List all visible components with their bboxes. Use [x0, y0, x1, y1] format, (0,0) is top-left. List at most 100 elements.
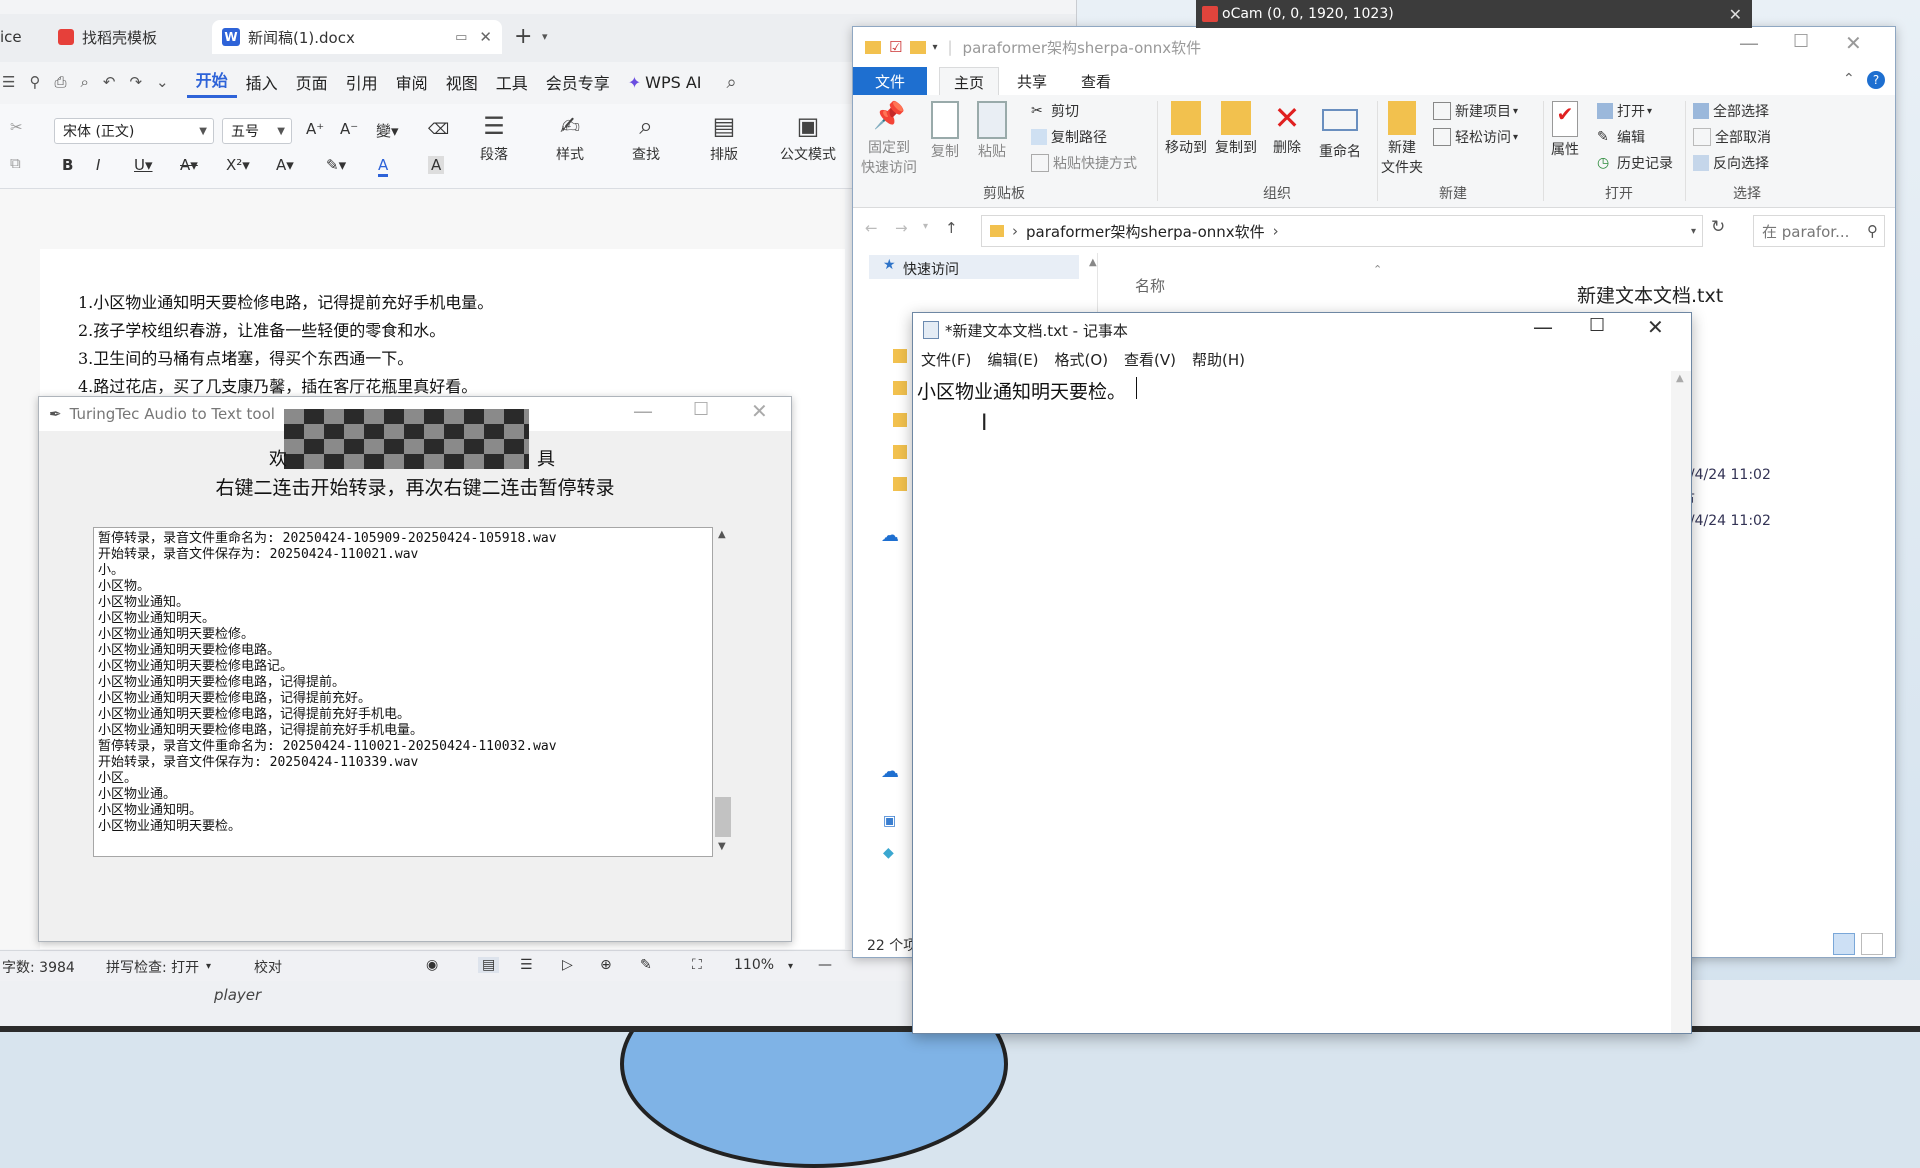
official-doc-button[interactable]: ▣ 公文模式: [780, 112, 836, 164]
copy-path-button[interactable]: 复制路径: [1031, 127, 1107, 147]
wps-tab-document[interactable]: W 新闻稿(1).docx ▭ ✕: [212, 20, 502, 54]
file-icon[interactable]: ☰: [2, 73, 15, 91]
preview-icon[interactable]: ⌕: [80, 73, 88, 91]
zoom-out-icon[interactable]: —: [818, 957, 832, 973]
chevron-down-icon[interactable]: ▾: [788, 961, 793, 972]
fit-screen-icon[interactable]: ⛶: [692, 957, 702, 973]
search-icon[interactable]: ⌕: [727, 72, 737, 93]
paste-shortcut-button[interactable]: 粘贴快捷方式: [1031, 153, 1137, 173]
phonetic-icon[interactable]: 變▾: [376, 120, 399, 141]
char-shading-icon[interactable]: A: [428, 156, 445, 174]
font-grow-icon[interactable]: A⁺: [306, 120, 324, 138]
copy-to-button[interactable]: 复制到: [1215, 101, 1257, 157]
find-button[interactable]: ⌕ 查找: [632, 112, 660, 164]
chevron-down-icon[interactable]: ▾: [923, 221, 928, 232]
strikethrough-icon[interactable]: A▾: [180, 156, 198, 174]
eye-icon[interactable]: ◉: [426, 957, 438, 973]
new-folder-button[interactable]: 新建 文件夹: [1381, 101, 1423, 177]
wps-tab-partial[interactable]: ice: [0, 20, 40, 54]
menu-view[interactable]: 查看(V): [1124, 349, 1176, 370]
tab-file[interactable]: 文件: [853, 67, 928, 95]
font-shrink-icon[interactable]: A⁻: [340, 120, 358, 138]
transcription-log[interactable]: 暂停转录，录音文件重命名为: 20250424-105909-20250424-…: [93, 527, 713, 857]
select-none-button[interactable]: 全部取消: [1693, 127, 1771, 147]
font-name-select[interactable]: 宋体 (正文) ▼: [54, 118, 214, 144]
menu-page[interactable]: 页面: [287, 70, 337, 94]
notepad-titlebar[interactable]: *新建文本文档.txt - 记事本 — ☐ ✕: [913, 313, 1691, 347]
log-scrollbar[interactable]: ▲ ▼: [713, 527, 733, 857]
help-icon[interactable]: ?: [1867, 71, 1885, 89]
minimize-icon[interactable]: —: [1533, 315, 1553, 339]
address-bar[interactable]: › paraformer架构sherpa-onnx软件 › ▾: [981, 215, 1703, 247]
page-view-icon[interactable]: ▤: [478, 957, 500, 973]
wps-ai-button[interactable]: ✦ WPS AI: [619, 73, 711, 92]
chevron-down-icon[interactable]: ⌄: [156, 73, 169, 91]
eraser-icon[interactable]: ⌫: [428, 120, 449, 138]
invert-selection-button[interactable]: 反向选择: [1693, 153, 1769, 173]
maximize-icon[interactable]: ☐: [1793, 31, 1809, 52]
menu-file[interactable]: 文件(F): [921, 349, 971, 370]
large-icons-view-icon[interactable]: [1861, 933, 1883, 955]
tab-view[interactable]: 查看: [1067, 67, 1125, 95]
notepad-scrollbar[interactable]: ▲: [1671, 371, 1691, 1033]
menu-reference[interactable]: 引用: [337, 70, 387, 94]
wps-tab-template[interactable]: 找稻壳模板: [52, 20, 202, 54]
font-color-icon[interactable]: A: [378, 156, 389, 177]
column-header-name[interactable]: 名称: [1135, 275, 1165, 296]
proofread-button[interactable]: 校对: [254, 957, 282, 977]
outline-view-icon[interactable]: ☰: [520, 957, 533, 973]
spell-check-toggle[interactable]: 拼写检查: 打开: [106, 957, 199, 977]
paste-button[interactable]: 粘贴: [977, 101, 1007, 161]
properties-button[interactable]: ✔ 属性: [1551, 101, 1579, 159]
open-button[interactable]: 打开 ▾: [1597, 101, 1652, 121]
maximize-icon[interactable]: ☐: [693, 399, 709, 420]
minimize-icon[interactable]: —: [633, 399, 653, 423]
menu-format[interactable]: 格式(O): [1055, 349, 1109, 370]
search-input[interactable]: 在 parafor... ⚲: [1753, 215, 1885, 247]
print-icon[interactable]: ⎙: [54, 73, 66, 91]
text-effect-icon[interactable]: A▾: [276, 156, 294, 174]
redo-icon[interactable]: ↷: [129, 73, 142, 91]
checkbox-icon[interactable]: ☑: [889, 38, 902, 56]
italic-icon[interactable]: I: [96, 156, 100, 174]
underline-icon[interactable]: U▾: [134, 156, 153, 174]
history-button[interactable]: ◷ 历史记录: [1597, 153, 1673, 173]
pen-icon[interactable]: ✎: [640, 957, 652, 973]
scroll-thumb[interactable]: [715, 797, 731, 837]
menu-home[interactable]: 开始: [186, 67, 237, 98]
forward-icon[interactable]: →: [895, 219, 908, 237]
close-icon[interactable]: ✕: [751, 399, 768, 423]
delete-button[interactable]: ✕ 删除: [1271, 101, 1303, 157]
superscript-icon[interactable]: X²▾: [226, 156, 250, 174]
undo-icon[interactable]: ↶: [103, 73, 116, 91]
scroll-up-icon[interactable]: ▲: [718, 529, 726, 540]
tab-share[interactable]: 共享: [1003, 67, 1061, 95]
bold-icon[interactable]: B: [62, 156, 73, 174]
maximize-icon[interactable]: ☐: [1589, 315, 1605, 336]
explorer-titlebar[interactable]: ☑ ▾ | paraformer架构sherpa-onnx软件 — ☐ ✕: [853, 27, 1895, 67]
copy-icon[interactable]: ⧉: [10, 154, 21, 172]
menu-tools[interactable]: 工具: [487, 70, 537, 94]
chevron-down-icon[interactable]: ▾: [542, 30, 548, 43]
paragraph-button[interactable]: ☰ 段落: [480, 112, 508, 164]
scroll-down-icon[interactable]: ▼: [718, 841, 726, 852]
styles-button[interactable]: ✍ 样式: [556, 112, 584, 164]
menu-review[interactable]: 审阅: [387, 70, 437, 94]
chevron-down-icon[interactable]: ▾: [932, 42, 937, 53]
pin-quick-access-button[interactable]: 📌 固定到 快速访问: [861, 101, 917, 177]
copy-button[interactable]: 复制: [931, 101, 959, 161]
menu-edit[interactable]: 编辑(E): [987, 349, 1038, 370]
play-icon[interactable]: ▷: [562, 957, 573, 973]
close-icon[interactable]: ✕: [479, 28, 492, 46]
easy-access-button[interactable]: 轻松访问 ▾: [1433, 127, 1518, 147]
select-all-button[interactable]: 全部选择: [1693, 101, 1769, 121]
layout-button[interactable]: ▤ 排版: [710, 112, 738, 164]
font-size-select[interactable]: 五号 ▼: [222, 118, 292, 144]
notepad-text-area[interactable]: [913, 371, 1671, 1033]
minimize-icon[interactable]: —: [1739, 31, 1759, 55]
cut-icon[interactable]: ✂: [10, 118, 23, 136]
highlight-icon[interactable]: ✎▾: [326, 156, 346, 174]
quick-access-item[interactable]: [869, 255, 1079, 279]
cut-button[interactable]: ✂ 剪切: [1031, 101, 1079, 121]
globe-icon[interactable]: ⊕: [600, 957, 612, 973]
